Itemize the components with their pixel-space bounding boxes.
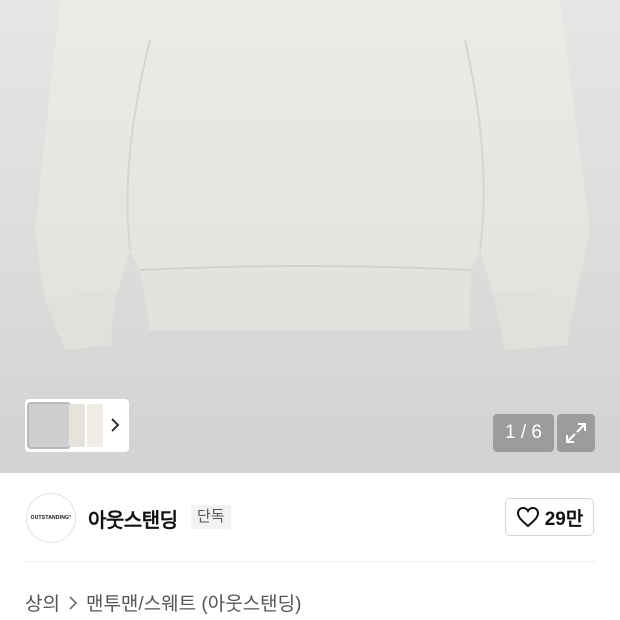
breadcrumb-item-subcategory[interactable]: 맨투맨/스웨트 (아웃스탠딩) [86,589,302,616]
thumbnail-1[interactable] [27,402,71,449]
brand-logo-text: OUTSTANDING° [30,515,72,521]
thumbnail-strip[interactable] [25,399,129,452]
thumbnail-3[interactable] [87,404,103,447]
heart-outline-icon [516,506,539,528]
exclusive-badge: 단독 [191,505,231,529]
breadcrumb-item-category[interactable]: 상의 [25,589,60,616]
brand-name[interactable]: 아웃스탠딩 [88,504,178,533]
brand-row: OUTSTANDING° 아웃스탠딩 단독 29만 [0,473,620,563]
thumbnail-2[interactable] [69,404,85,447]
like-button[interactable]: 29만 [505,498,594,536]
chevron-right-icon[interactable] [108,415,122,435]
expand-arrows-icon [566,423,586,443]
chevron-right-icon [69,595,78,610]
like-count: 29만 [544,508,584,530]
breadcrumb: 상의 맨투맨/스웨트 (아웃스탠딩) [25,589,301,616]
brand-logo[interactable]: OUTSTANDING° [26,493,76,543]
image-counter: 1 / 6 [493,414,554,452]
divider [25,561,595,562]
product-image-gallery[interactable]: 1 / 6 [0,0,620,473]
expand-image-button[interactable] [557,414,595,452]
